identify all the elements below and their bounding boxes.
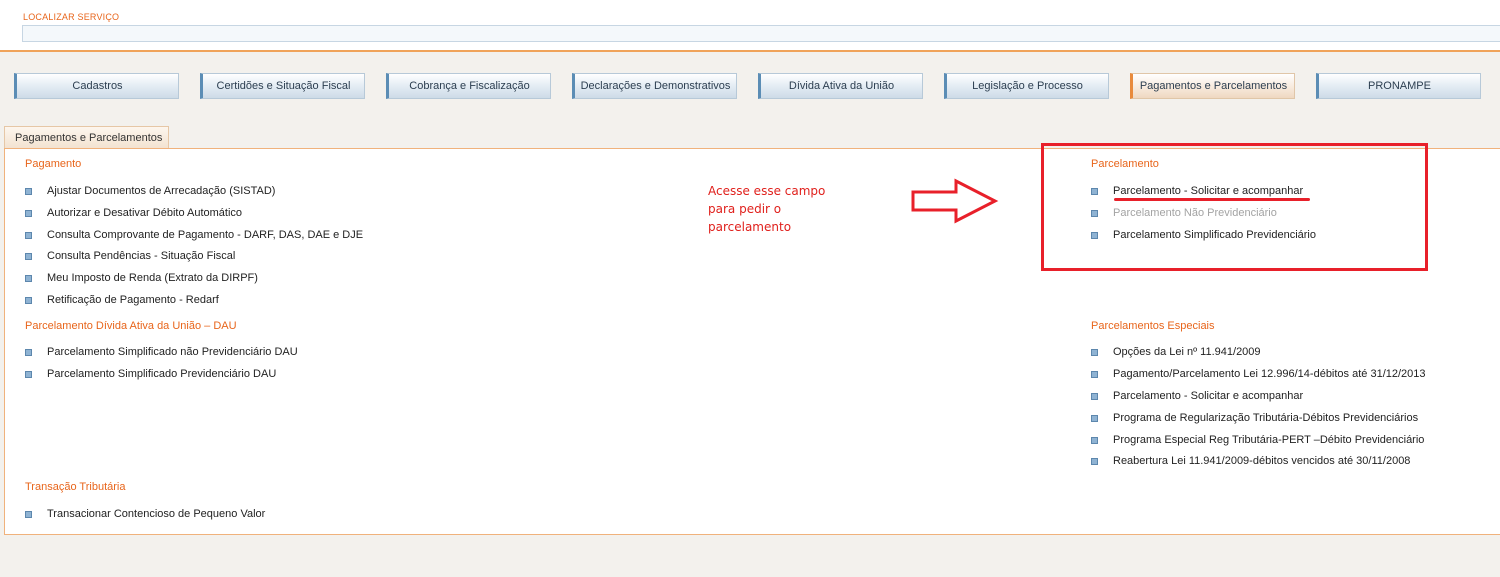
service-label: Transacionar Contencioso de Pequeno Valo…	[47, 508, 266, 520]
service-link[interactable]: Transacionar Contencioso de Pequeno Valo…	[25, 508, 265, 520]
tab-divida-ativa[interactable]: Dívida Ativa da União	[758, 73, 923, 99]
right-arrow-icon	[911, 178, 999, 224]
service-link[interactable]: Parcelamento Simplificado Previdenciário…	[25, 368, 276, 380]
service-link[interactable]: Ajustar Documentos de Arrecadação (SISTA…	[25, 185, 275, 197]
service-label: Reabertura Lei 11.941/2009-débitos venci…	[1113, 455, 1411, 467]
bullet-icon	[25, 275, 32, 282]
service-label: Programa de Regularização Tributária-Déb…	[1113, 412, 1419, 424]
service-label: Meu Imposto de Renda (Extrato da DIRPF)	[47, 272, 258, 284]
group-title-especiais: Parcelamentos Especiais	[1091, 320, 1215, 332]
service-label: Autorizar e Desativar Débito Automático	[47, 207, 243, 219]
bullet-icon	[1091, 415, 1098, 422]
tab-pronampe[interactable]: PRONAMPE	[1316, 73, 1481, 99]
search-input[interactable]	[22, 25, 1500, 42]
tab-pagamentos[interactable]: Pagamentos e Parcelamentos	[1130, 73, 1295, 99]
annotation-text: Acesse esse campo para pedir o parcelame…	[708, 182, 858, 236]
service-label: Opções da Lei nº 11.941/2009	[1113, 346, 1261, 358]
service-link[interactable]: Parcelamento - Solicitar e acompanhar	[1091, 390, 1303, 402]
search-area: LOCALIZAR SERVIÇO	[0, 0, 1500, 52]
service-link[interactable]: Parcelamento Simplificado não Previdenci…	[25, 346, 298, 358]
service-label: Parcelamento Simplificado Previdenciário…	[47, 368, 277, 380]
bullet-icon	[1091, 437, 1098, 444]
service-label: Programa Especial Reg Tributária-PERT –D…	[1113, 434, 1425, 446]
service-link[interactable]: Meu Imposto de Renda (Extrato da DIRPF)	[25, 272, 258, 284]
bullet-icon	[1091, 458, 1098, 465]
service-label: Parcelamento Simplificado não Previdenci…	[47, 346, 298, 358]
search-label: LOCALIZAR SERVIÇO	[23, 12, 120, 22]
annotation-line: parcelamento	[708, 220, 792, 234]
service-label: Consulta Pendências - Situação Fiscal	[47, 250, 236, 262]
service-label: Pagamento/Parcelamento Lei 12.996/14-déb…	[1113, 368, 1426, 380]
bullet-icon	[1091, 393, 1098, 400]
service-link[interactable]: Retificação de Pagamento - Redarf	[25, 294, 219, 306]
annotation-underline	[1114, 198, 1310, 201]
service-link[interactable]: Programa de Regularização Tributária-Déb…	[1091, 412, 1418, 424]
bullet-icon	[25, 511, 32, 518]
bullet-icon	[25, 253, 32, 260]
annotation-line: Acesse esse campo	[708, 184, 826, 198]
bullet-icon	[1091, 349, 1098, 356]
tab-cobranca[interactable]: Cobrança e Fiscalização	[386, 73, 551, 99]
tab-certidoes[interactable]: Certidões e Situação Fiscal	[200, 73, 365, 99]
service-label: Ajustar Documentos de Arrecadação (SISTA…	[47, 185, 276, 197]
service-label: Parcelamento - Solicitar e acompanhar	[1113, 390, 1304, 402]
service-link[interactable]: Programa Especial Reg Tributária-PERT –D…	[1091, 434, 1424, 446]
annotation-highlight-box	[1041, 143, 1428, 271]
service-link[interactable]: Pagamento/Parcelamento Lei 12.996/14-déb…	[1091, 368, 1426, 380]
bullet-icon	[25, 232, 32, 239]
bullet-icon	[1091, 371, 1098, 378]
service-label: Retificação de Pagamento - Redarf	[47, 294, 219, 306]
bullet-icon	[25, 297, 32, 304]
tab-declaracoes[interactable]: Declarações e Demonstrativos	[572, 73, 737, 99]
annotation-line: para pedir o	[708, 202, 782, 216]
bullet-icon	[25, 371, 32, 378]
service-link[interactable]: Consulta Pendências - Situação Fiscal	[25, 250, 235, 262]
group-title-transacao: Transação Tributária	[25, 481, 126, 493]
tab-cadastros[interactable]: Cadastros	[14, 73, 179, 99]
group-title-dau: Parcelamento Dívida Ativa da União – DAU	[25, 320, 237, 332]
service-label: Consulta Comprovante de Pagamento - DARF…	[47, 229, 364, 241]
bullet-icon	[25, 188, 32, 195]
bullet-icon	[25, 349, 32, 356]
service-link[interactable]: Consulta Comprovante de Pagamento - DARF…	[25, 229, 363, 241]
group-title-pagamento: Pagamento	[25, 158, 82, 170]
service-link[interactable]: Opções da Lei nº 11.941/2009	[1091, 346, 1261, 358]
section-tab: Pagamentos e Parcelamentos	[4, 126, 169, 148]
service-link[interactable]: Autorizar e Desativar Débito Automático	[25, 207, 242, 219]
service-link[interactable]: Reabertura Lei 11.941/2009-débitos venci…	[1091, 455, 1410, 467]
tab-legislacao[interactable]: Legislação e Processo	[944, 73, 1109, 99]
bullet-icon	[25, 210, 32, 217]
